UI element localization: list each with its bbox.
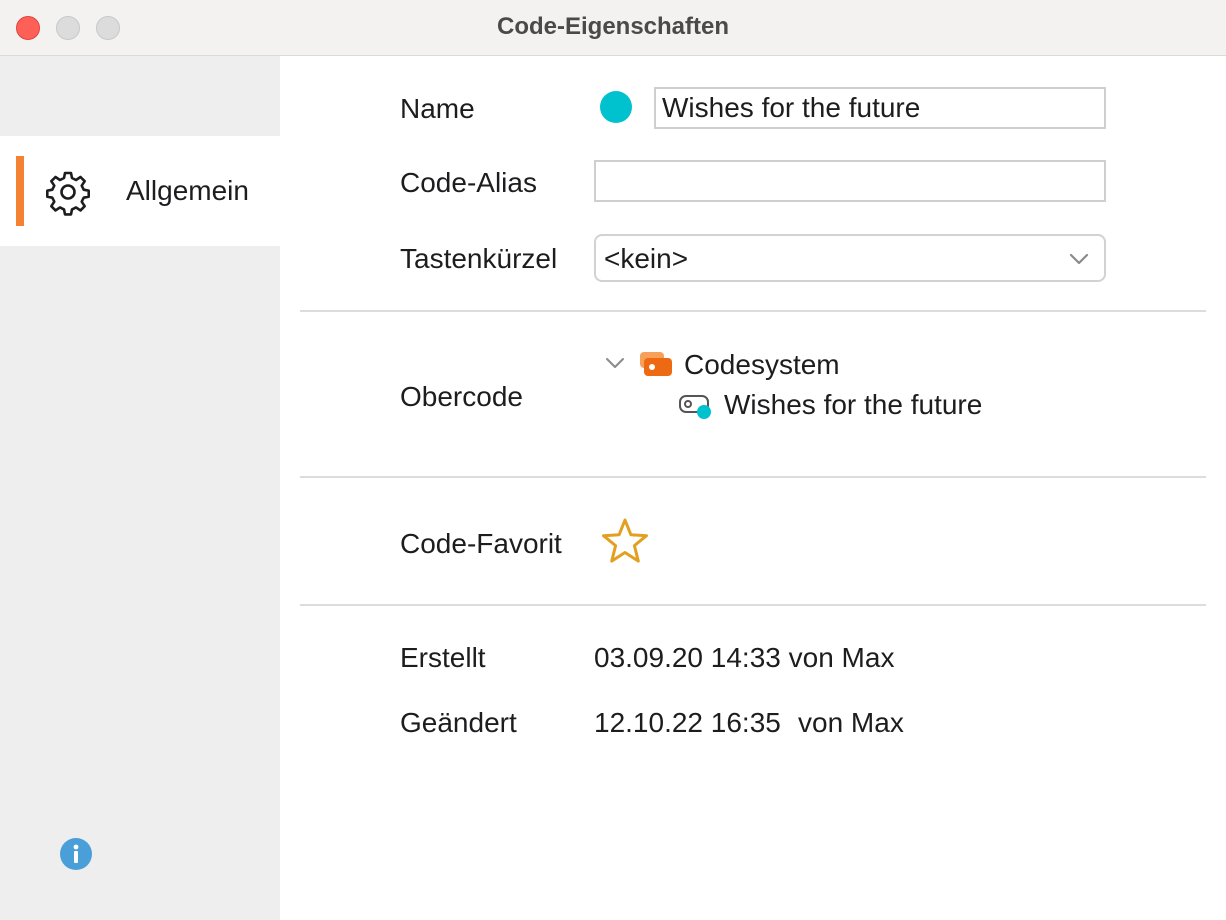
gear-icon [46,171,90,216]
shortcut-select[interactable]: <kein> [594,234,1106,282]
shortcut-select-value: <kein> [604,243,689,274]
code-system-icon [640,352,672,376]
modified-by: von Max [798,707,904,738]
name-label: Name [400,93,475,124]
modified-label: Geändert [400,707,517,738]
chevron-down-icon [1069,253,1089,265]
tree-item-codesystem[interactable]: Codesystem [684,349,840,381]
star-icon[interactable] [600,516,650,566]
title-bar: Code-Eigenschaften [0,0,1226,56]
favorite-label: Code-Favorit [400,528,562,559]
code-alias-input[interactable] [594,160,1106,202]
code-color-swatch[interactable] [600,91,632,123]
modified-date: 12.10.22 16:35 [594,707,781,738]
created-value: 03.09.20 14:33 von Max [594,642,895,673]
sidebar-item-label: Allgemein [126,175,249,206]
separator [300,310,1206,312]
content-pane: Name Code-Alias Tastenkürzel <kein> Ober… [280,56,1226,920]
parent-code-label: Obercode [400,381,523,412]
info-icon[interactable] [60,838,92,870]
selection-indicator [16,156,24,226]
separator [300,604,1206,606]
sidebar-item-allgemein[interactable]: Allgemein [0,136,280,246]
chevron-down-icon[interactable] [604,352,626,374]
tree-item-current-code[interactable]: Wishes for the future [724,389,982,421]
window-title: Code-Eigenschaften [496,13,730,40]
code-properties-window: Code-Eigenschaften Allgemein Name Code-A… [0,0,1226,920]
separator [300,476,1206,478]
sidebar: Allgemein [0,56,280,920]
created-label: Erstellt [400,642,486,673]
code-icon [679,395,711,419]
shortcut-label: Tastenkürzel [400,243,558,274]
name-input[interactable] [654,87,1106,129]
code-alias-label: Code-Alias [400,167,537,198]
